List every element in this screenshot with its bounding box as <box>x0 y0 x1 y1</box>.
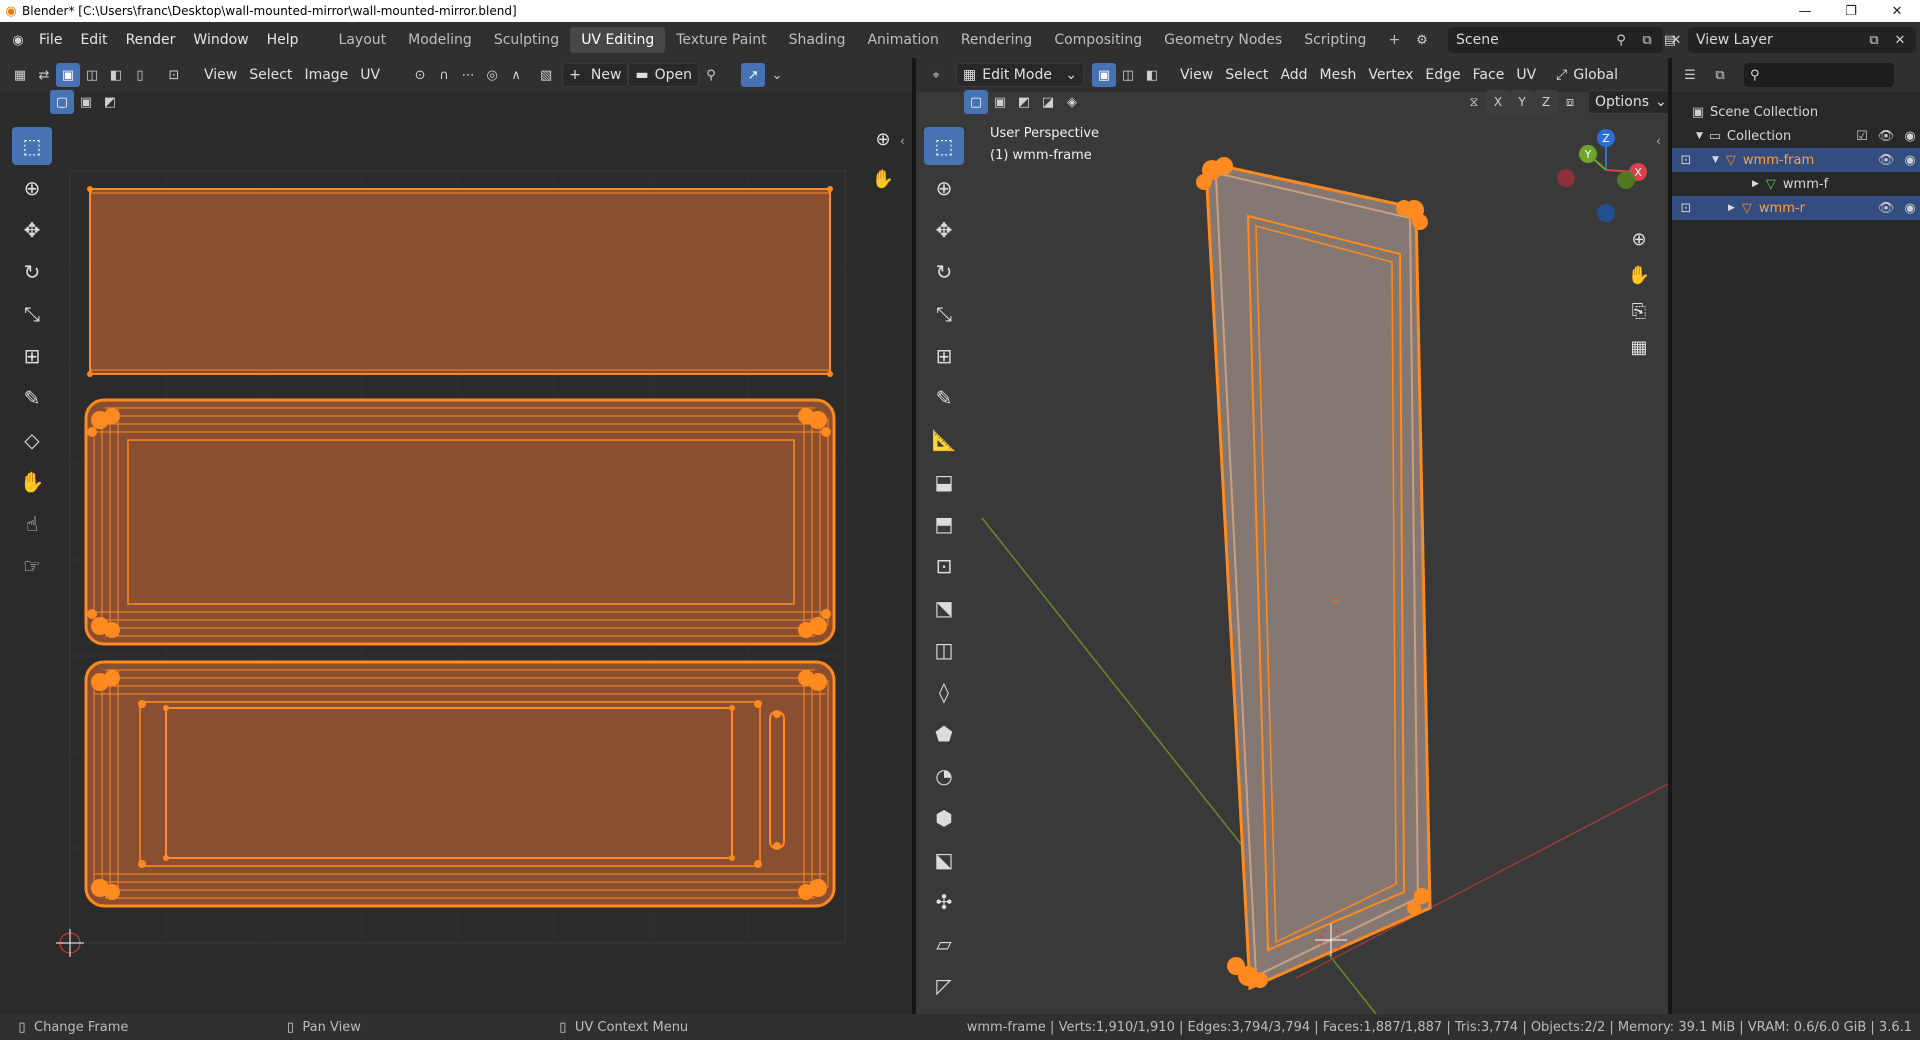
mesh-object-icon: ▽ <box>1725 152 1736 168</box>
outliner-editor-type-icon[interactable]: ☰ <box>1678 63 1702 87</box>
mouse-left-icon: ▯ <box>18 1019 26 1035</box>
view-layer-name[interactable]: View Layer <box>1696 32 1773 48</box>
mesh-object-icon: ▽ <box>1741 200 1752 216</box>
new-view-layer-icon[interactable]: ⧉ <box>1862 28 1886 52</box>
gizmo-y-label: Y <box>1584 148 1592 161</box>
view-layer-icon: ▤ <box>1663 32 1677 48</box>
search-icon: ⚲ <box>1750 67 1760 83</box>
window-titlebar: ◉ Blender* [C:\Users\franc\Desktop\wall-… <box>0 0 1920 22</box>
uv-island-3 <box>84 660 836 908</box>
tab-modeling[interactable]: Modeling <box>397 27 483 53</box>
outliner-item-wmm-r[interactable]: ⊡ ▶ ▽ wmm-r 👁 ◉ <box>1672 196 1920 220</box>
view-layer-selector[interactable]: ▤ View Layer ⧉ ✕ <box>1664 27 1916 53</box>
render-icon[interactable]: ◉ <box>1898 196 1920 220</box>
visibility-icon[interactable]: 👁 <box>1874 196 1898 220</box>
outliner-header: ☰ ⧉ ⚲ <box>1672 58 1920 92</box>
uv-canvas[interactable] <box>0 58 912 1014</box>
scene-collection-label: Scene Collection <box>1710 104 1819 120</box>
tab-texture-paint[interactable]: Texture Paint <box>665 27 777 53</box>
status-bar: ▯ Change Frame ▯ Pan View ▯ UV Context M… <box>0 1014 1920 1040</box>
outliner-search-input[interactable]: ⚲ <box>1744 63 1894 87</box>
tab-sculpting[interactable]: Sculpting <box>483 27 570 53</box>
window-title: Blender* [C:\Users\franc\Desktop\wall-mo… <box>22 4 517 18</box>
outliner[interactable]: ☰ ⧉ ⚲ ▣ Scene Collection ▼ ▭ Collection … <box>1672 58 1920 1014</box>
menu-help[interactable]: Help <box>258 32 308 48</box>
tab-compositing[interactable]: Compositing <box>1043 27 1153 53</box>
mirror-mesh <box>1196 157 1432 991</box>
tab-animation[interactable]: Animation <box>856 27 949 53</box>
mouse-middle-icon: ▯ <box>286 1019 294 1035</box>
nav-gizmo: Z X Y <box>1557 129 1647 222</box>
collection-render-icon[interactable]: ◉ <box>1898 124 1920 148</box>
render-icon[interactable]: ◉ <box>1898 148 1920 172</box>
gizmo-z-label: Z <box>1602 132 1610 145</box>
tab-geometry-nodes[interactable]: Geometry Nodes <box>1153 27 1293 53</box>
blender-menu-icon[interactable]: ◉ <box>6 28 30 52</box>
menu-file[interactable]: File <box>30 32 71 48</box>
outliner-item-label: wmm-f <box>1782 176 1829 192</box>
edit-mode-toggle-icon[interactable]: ⊡ <box>1674 196 1698 220</box>
outliner-item-label: wmm-fram <box>1742 152 1815 168</box>
outliner-item-label: wmm-r <box>1758 200 1805 216</box>
add-workspace-button[interactable]: + <box>1377 27 1411 53</box>
pin-icon[interactable]: ⚲ <box>1609 28 1633 52</box>
uv-editor[interactable]: ▦ ⇄ ▣ ◫ ◧ ▯ ⊡ View Select Image UV ⊙ ∩ ⋯… <box>0 58 912 1014</box>
mouse-right-icon: ▯ <box>559 1019 567 1035</box>
uv-2d-cursor <box>56 929 84 957</box>
minimize-button[interactable]: — <box>1782 0 1828 22</box>
collection-row[interactable]: ▼ ▭ Collection ☑ 👁 ◉ <box>1672 124 1920 148</box>
outliner-item-wmm-f-mesh[interactable]: ▶ ▽ wmm-f <box>1672 172 1920 196</box>
uv-island-2 <box>84 398 836 646</box>
collection-checkbox-icon[interactable]: ☑ <box>1850 124 1874 148</box>
uv-island-1 <box>87 186 833 377</box>
expand-icon[interactable]: ▶ <box>1728 203 1735 213</box>
3d-viewport[interactable]: ⌖ ▦ Edit Mode ⌄ ▣ ◫ ◧ View Select Add Mesh… <box>916 58 1674 1014</box>
scene-selector[interactable]: ⚙ Scene ⚲ ⧉ <box>1416 27 1663 53</box>
tab-layout[interactable]: Layout <box>328 27 398 53</box>
expand-icon[interactable]: ▼ <box>1712 155 1719 165</box>
blender-logo-icon: ◉ <box>5 3 17 19</box>
display-mode-icon[interactable]: ⧉ <box>1708 63 1732 87</box>
scene-name[interactable]: Scene <box>1456 32 1499 48</box>
expand-icon[interactable]: ▶ <box>1752 179 1759 189</box>
status-stats: wmm-frame | Verts:1,910/1,910 | Edges:3,… <box>966 1019 1912 1035</box>
tab-uv-editing[interactable]: UV Editing <box>570 27 666 53</box>
viewport-canvas[interactable]: Z X Y <box>916 58 1668 1014</box>
tab-rendering[interactable]: Rendering <box>950 27 1044 53</box>
edit-mode-toggle-icon[interactable]: ⊡ <box>1674 148 1698 172</box>
collection-visibility-icon[interactable]: 👁 <box>1874 124 1898 148</box>
tab-scripting[interactable]: Scripting <box>1293 27 1377 53</box>
collection-expand-icon[interactable]: ▼ <box>1696 131 1703 141</box>
menu-window[interactable]: Window <box>184 32 257 48</box>
new-scene-icon[interactable]: ⧉ <box>1635 28 1659 52</box>
close-button[interactable]: ✕ <box>1874 0 1920 22</box>
collection-label: Collection <box>1726 128 1792 144</box>
outliner-item-wmm-frame[interactable]: ⊡ ▼ ▽ wmm-fram 👁 ◉ <box>1672 148 1920 172</box>
scene-icon: ⚙ <box>1416 32 1428 48</box>
top-bar: ◉ File Edit Render Window Help Layout Mo… <box>0 22 1920 58</box>
menu-edit[interactable]: Edit <box>71 32 116 48</box>
status-hint-change-frame: Change Frame <box>34 1019 129 1035</box>
delete-view-layer-icon[interactable]: ✕ <box>1888 28 1912 52</box>
scene-collection-row[interactable]: ▣ Scene Collection <box>1672 100 1920 124</box>
status-hint-uv-menu: UV Context Menu <box>574 1019 689 1035</box>
menu-render[interactable]: Render <box>117 32 185 48</box>
status-hint-pan-view: Pan View <box>302 1019 361 1035</box>
scene-collection-icon: ▣ <box>1691 104 1705 120</box>
mesh-data-icon: ▽ <box>1765 176 1776 192</box>
collection-icon: ▭ <box>1708 128 1722 144</box>
gizmo-x-label: X <box>1634 166 1642 179</box>
visibility-icon[interactable]: 👁 <box>1874 148 1898 172</box>
restore-button[interactable]: ❐ <box>1828 0 1874 22</box>
tab-shading[interactable]: Shading <box>778 27 857 53</box>
